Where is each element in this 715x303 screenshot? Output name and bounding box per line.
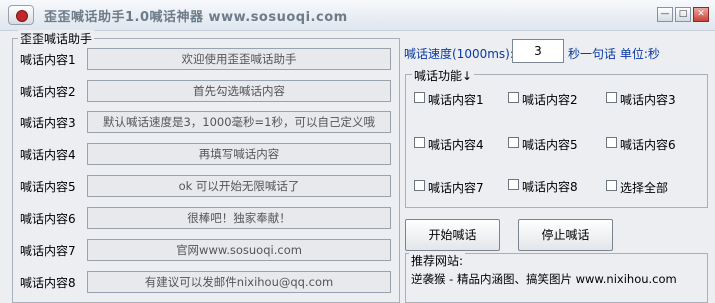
app-icon[interactable] xyxy=(8,5,34,25)
functions-group-title: 喊话功能↓ xyxy=(412,67,475,84)
checkbox-box[interactable] xyxy=(508,137,519,148)
checkbox-label: 喊话内容1 xyxy=(428,93,484,107)
checkbox-label: 喊话内容3 xyxy=(620,93,676,107)
minimize-button[interactable]: — xyxy=(657,7,673,22)
content-input-7[interactable]: 官网www.sosuoqi.com xyxy=(87,239,391,261)
close-button[interactable]: ✕ xyxy=(693,7,709,22)
content-input-2[interactable]: 首先勾选喊话内容 xyxy=(87,80,391,102)
content-label-5: 喊话内容5 xyxy=(20,180,76,194)
checkbox-box[interactable] xyxy=(414,180,425,191)
content-input-4[interactable]: 再填写喊话内容 xyxy=(87,143,391,165)
content-group-box xyxy=(12,38,400,303)
speed-input[interactable]: 3 xyxy=(512,39,564,63)
recommend-group-title: 推荐网站: xyxy=(409,252,466,269)
maximize-button[interactable]: □ xyxy=(675,7,691,22)
window-controls: — □ ✕ xyxy=(657,7,709,22)
checkbox-box[interactable] xyxy=(414,137,425,148)
content-label-4: 喊话内容4 xyxy=(20,148,76,162)
title-bar: 歪歪喊话助手1.0喊话神器 www.sosuoqi.com — □ ✕ xyxy=(0,0,715,31)
checkbox-label: 喊话内容5 xyxy=(522,138,578,152)
checkbox-box[interactable] xyxy=(606,92,617,103)
stop-button[interactable]: 停止喊话 xyxy=(518,219,613,251)
checkbox-label: 喊话内容6 xyxy=(620,138,676,152)
speed-label: 喊话速度(1000ms): xyxy=(404,47,514,61)
checkbox-box[interactable] xyxy=(508,179,519,190)
checkbox-label: 选择全部 xyxy=(620,181,669,195)
checkbox-label: 喊话内容2 xyxy=(522,93,578,107)
content-label-2: 喊话内容2 xyxy=(20,85,76,99)
checkbox-box[interactable] xyxy=(508,92,519,103)
recommend-link[interactable]: 逆袭猴 - 精品内涵图、搞笑图片 www.nixihou.com xyxy=(411,271,677,287)
content-input-3[interactable]: 默认喊话速度是3，1000毫秒=1秒，可以自己定义哦 xyxy=(87,111,391,133)
content-label-8: 喊话内容8 xyxy=(20,276,76,290)
checkbox-box[interactable] xyxy=(606,180,617,191)
content-label-3: 喊话内容3 xyxy=(20,116,76,130)
checkbox-box[interactable] xyxy=(606,137,617,148)
content-label-7: 喊话内容7 xyxy=(20,244,76,258)
content-input-5[interactable]: ok 可以开始无限喊话了 xyxy=(87,175,391,197)
content-input-6[interactable]: 很棒吧！独家奉献！ xyxy=(87,207,391,229)
content-group-title: 歪歪喊话助手 xyxy=(18,30,95,47)
window-title: 歪歪喊话助手1.0喊话神器 www.sosuoqi.com xyxy=(44,10,348,25)
start-button[interactable]: 开始喊话 xyxy=(405,219,500,251)
content-input-1[interactable]: 欢迎使用歪歪喊话助手 xyxy=(87,48,391,70)
checkbox-label: 喊话内容7 xyxy=(428,181,484,195)
content-label-6: 喊话内容6 xyxy=(20,212,76,226)
checkbox-label: 喊话内容4 xyxy=(428,138,484,152)
checkbox-box[interactable] xyxy=(414,92,425,103)
checkbox-label: 喊话内容8 xyxy=(522,180,578,194)
content-label-1: 喊话内容1 xyxy=(20,53,76,67)
speed-unit-label: 秒一句话 单位:秒 xyxy=(568,47,660,61)
